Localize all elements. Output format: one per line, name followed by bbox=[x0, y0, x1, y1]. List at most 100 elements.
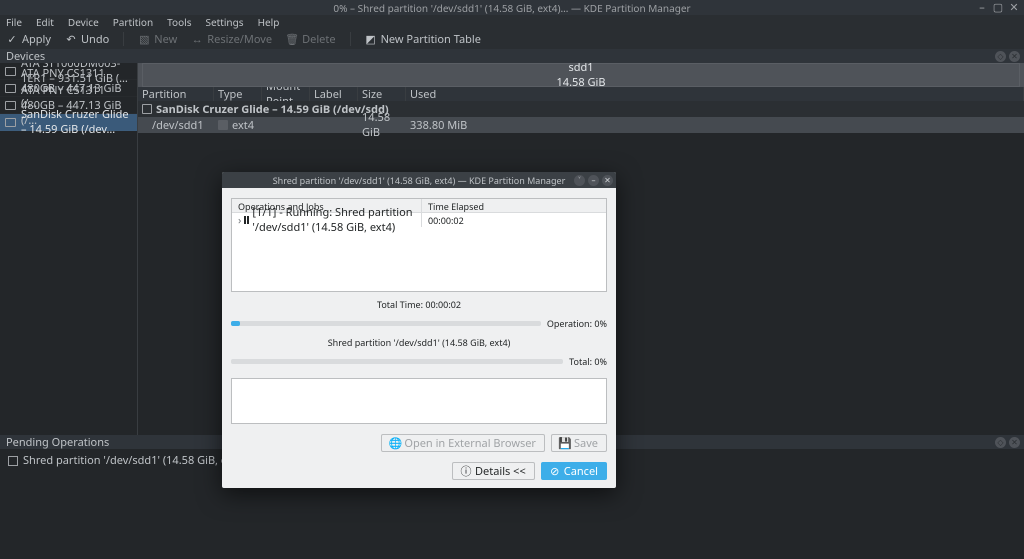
browser-icon: 🌐 bbox=[390, 438, 400, 448]
partition-label bbox=[310, 117, 358, 133]
total-progress-bar bbox=[231, 359, 563, 364]
btn-details-label: Details << bbox=[475, 464, 526, 479]
check-icon: ✓ bbox=[6, 33, 18, 45]
toolbar-delete: 🗑 Delete bbox=[286, 32, 335, 47]
drive-icon bbox=[5, 101, 16, 110]
open-external-browser-button: 🌐 Open in External Browser bbox=[381, 434, 545, 452]
menu-file[interactable]: File bbox=[6, 15, 22, 29]
toolbar-apply-label: Apply bbox=[22, 32, 51, 47]
drive-icon bbox=[5, 67, 16, 76]
devices-panel-header: Devices ◇ ✕ bbox=[0, 49, 1024, 63]
drive-icon bbox=[5, 118, 16, 127]
toolbar-separator bbox=[350, 32, 351, 46]
window-close-icon[interactable]: ✕ bbox=[1008, 1, 1020, 13]
cancel-icon: ⊘ bbox=[550, 466, 560, 476]
menu-tools[interactable]: Tools bbox=[167, 15, 191, 29]
operation-row[interactable]: › [1/1] - Running: Shred partition '/dev… bbox=[232, 213, 606, 227]
partition-mount bbox=[262, 117, 310, 133]
toolbar-resize: ↔ Resize/Move bbox=[191, 32, 272, 47]
shred-icon bbox=[8, 456, 18, 466]
progress-dialog: Shred partition '/dev/sdd1' (14.58 GiB, … bbox=[222, 172, 616, 488]
btn-cancel-label: Cancel bbox=[564, 464, 598, 479]
total-progress: Total: 0% bbox=[231, 355, 607, 368]
device-item-selected[interactable]: SanDisk Cruzer Glide – 14.59 GiB (/dev… bbox=[0, 114, 137, 131]
partition-size: 14.58 GiB bbox=[358, 117, 406, 133]
toolbar-npt-label: New Partition Table bbox=[381, 32, 481, 47]
toolbar-new: ▧ New bbox=[138, 32, 177, 47]
col-mount[interactable]: Mount Point bbox=[262, 87, 310, 101]
toolbar: ✓ Apply ↶ Undo ▧ New ↔ Resize/Move 🗑 Del… bbox=[0, 29, 1024, 49]
partition-type: ext4 bbox=[232, 118, 254, 133]
toolbar-delete-label: Delete bbox=[302, 32, 335, 47]
operation-label: [1/1] - Running: Shred partition '/dev/s… bbox=[252, 205, 415, 235]
dialog-close-icon[interactable]: ✕ bbox=[602, 175, 613, 186]
dialog-titlebar[interactable]: Shred partition '/dev/sdd1' (14.58 GiB, … bbox=[222, 172, 616, 188]
pause-icon bbox=[244, 216, 249, 224]
partition-graph-size: 14.58 GiB bbox=[557, 75, 606, 90]
delete-icon: 🗑 bbox=[286, 33, 298, 45]
toolbar-new-label: New bbox=[154, 32, 177, 47]
toolbar-resize-label: Resize/Move bbox=[207, 32, 272, 47]
menu-device[interactable]: Device bbox=[68, 15, 99, 29]
col-type[interactable]: Type bbox=[214, 87, 262, 101]
partition-device-name: SanDisk Cruzer Glide – 14.59 GiB (/dev/s… bbox=[156, 102, 389, 117]
menu-help[interactable]: Help bbox=[258, 15, 280, 29]
partition-name: /dev/sdd1 bbox=[152, 118, 204, 133]
panel-float-icon[interactable]: ◇ bbox=[995, 437, 1006, 448]
menu-edit[interactable]: Edit bbox=[36, 15, 54, 29]
menubar: File Edit Device Partition Tools Setting… bbox=[0, 15, 1024, 29]
toolbar-new-partition-table[interactable]: ◩ New Partition Table bbox=[365, 32, 481, 47]
operations-table: Operations and Jobs Time Elapsed › [1/1]… bbox=[231, 198, 607, 292]
window-title: 0% – Shred partition '/dev/sdd1' (14.58 … bbox=[333, 1, 690, 15]
undo-icon: ↶ bbox=[65, 33, 77, 45]
drive-icon bbox=[5, 84, 16, 93]
total-time-label: Total Time: 00:00:02 bbox=[231, 298, 607, 311]
pending-title: Pending Operations bbox=[6, 435, 109, 450]
partition-table-icon: ◩ bbox=[365, 33, 377, 45]
panel-close-icon[interactable]: ✕ bbox=[1009, 437, 1020, 448]
filesystem-icon bbox=[218, 120, 228, 130]
drive-icon bbox=[142, 104, 152, 114]
pending-item-label: Shred partition '/dev/sdd1' (14.58 GiB, … bbox=[23, 453, 246, 468]
menu-partition[interactable]: Partition bbox=[113, 15, 153, 29]
window-maximize-icon[interactable]: ▢ bbox=[992, 1, 1004, 13]
save-icon: 💾 bbox=[560, 438, 570, 448]
devices-list: ATA ST1000DM003-1ER1 – 931.51 GiB (… ATA… bbox=[0, 63, 138, 435]
details-button[interactable]: ⓘ Details << bbox=[452, 462, 535, 480]
operation-progress-label: Operation: 0% bbox=[547, 317, 607, 330]
ops-col-time[interactable]: Time Elapsed bbox=[422, 199, 606, 212]
total-progress-label: Total: 0% bbox=[569, 355, 607, 368]
menu-settings[interactable]: Settings bbox=[206, 15, 244, 29]
partition-graph-segment[interactable]: sdd1 14.58 GiB bbox=[142, 63, 1020, 87]
dialog-collapse-icon[interactable]: ˅ bbox=[574, 175, 585, 186]
partition-device-row[interactable]: SanDisk Cruzer Glide – 14.59 GiB (/dev/s… bbox=[138, 101, 1024, 117]
col-label[interactable]: Label bbox=[310, 87, 358, 101]
btn-save-label: Save bbox=[574, 436, 598, 451]
partition-graph[interactable]: sdd1 14.58 GiB bbox=[138, 63, 1024, 87]
toolbar-undo[interactable]: ↶ Undo bbox=[65, 32, 109, 47]
new-icon: ▧ bbox=[138, 33, 150, 45]
cancel-button[interactable]: ⊘ Cancel bbox=[541, 462, 607, 480]
partition-used: 338.80 MiB bbox=[406, 117, 1024, 133]
toolbar-undo-label: Undo bbox=[81, 32, 109, 47]
window-minimize-icon[interactable]: – bbox=[976, 1, 988, 13]
operation-progress-bar bbox=[231, 321, 541, 326]
devices-panel-title: Devices bbox=[6, 49, 45, 64]
operation-progress: Operation: 0% bbox=[231, 317, 607, 330]
toolbar-separator bbox=[123, 32, 124, 46]
panel-float-icon[interactable]: ◇ bbox=[995, 51, 1006, 62]
toolbar-apply[interactable]: ✓ Apply bbox=[6, 32, 51, 47]
panel-close-icon[interactable]: ✕ bbox=[1009, 51, 1020, 62]
window-titlebar: 0% – Shred partition '/dev/sdd1' (14.58 … bbox=[0, 0, 1024, 15]
col-used[interactable]: Used bbox=[406, 87, 1024, 101]
info-icon: ⓘ bbox=[461, 466, 471, 476]
chevron-right-icon[interactable]: › bbox=[238, 213, 241, 228]
resize-icon: ↔ bbox=[191, 33, 203, 45]
col-size[interactable]: Size bbox=[358, 87, 406, 101]
status-line: Shred partition '/dev/sdd1' (14.58 GiB, … bbox=[231, 336, 607, 349]
partition-row[interactable]: /dev/sdd1 ext4 14.58 GiB 338.80 MiB bbox=[138, 117, 1024, 133]
btn-browser-label: Open in External Browser bbox=[404, 436, 536, 451]
col-partition[interactable]: Partition bbox=[138, 87, 214, 101]
device-label: SanDisk Cruzer Glide – 14.59 GiB (/dev… bbox=[21, 107, 132, 137]
dialog-min-icon[interactable]: – bbox=[588, 175, 599, 186]
